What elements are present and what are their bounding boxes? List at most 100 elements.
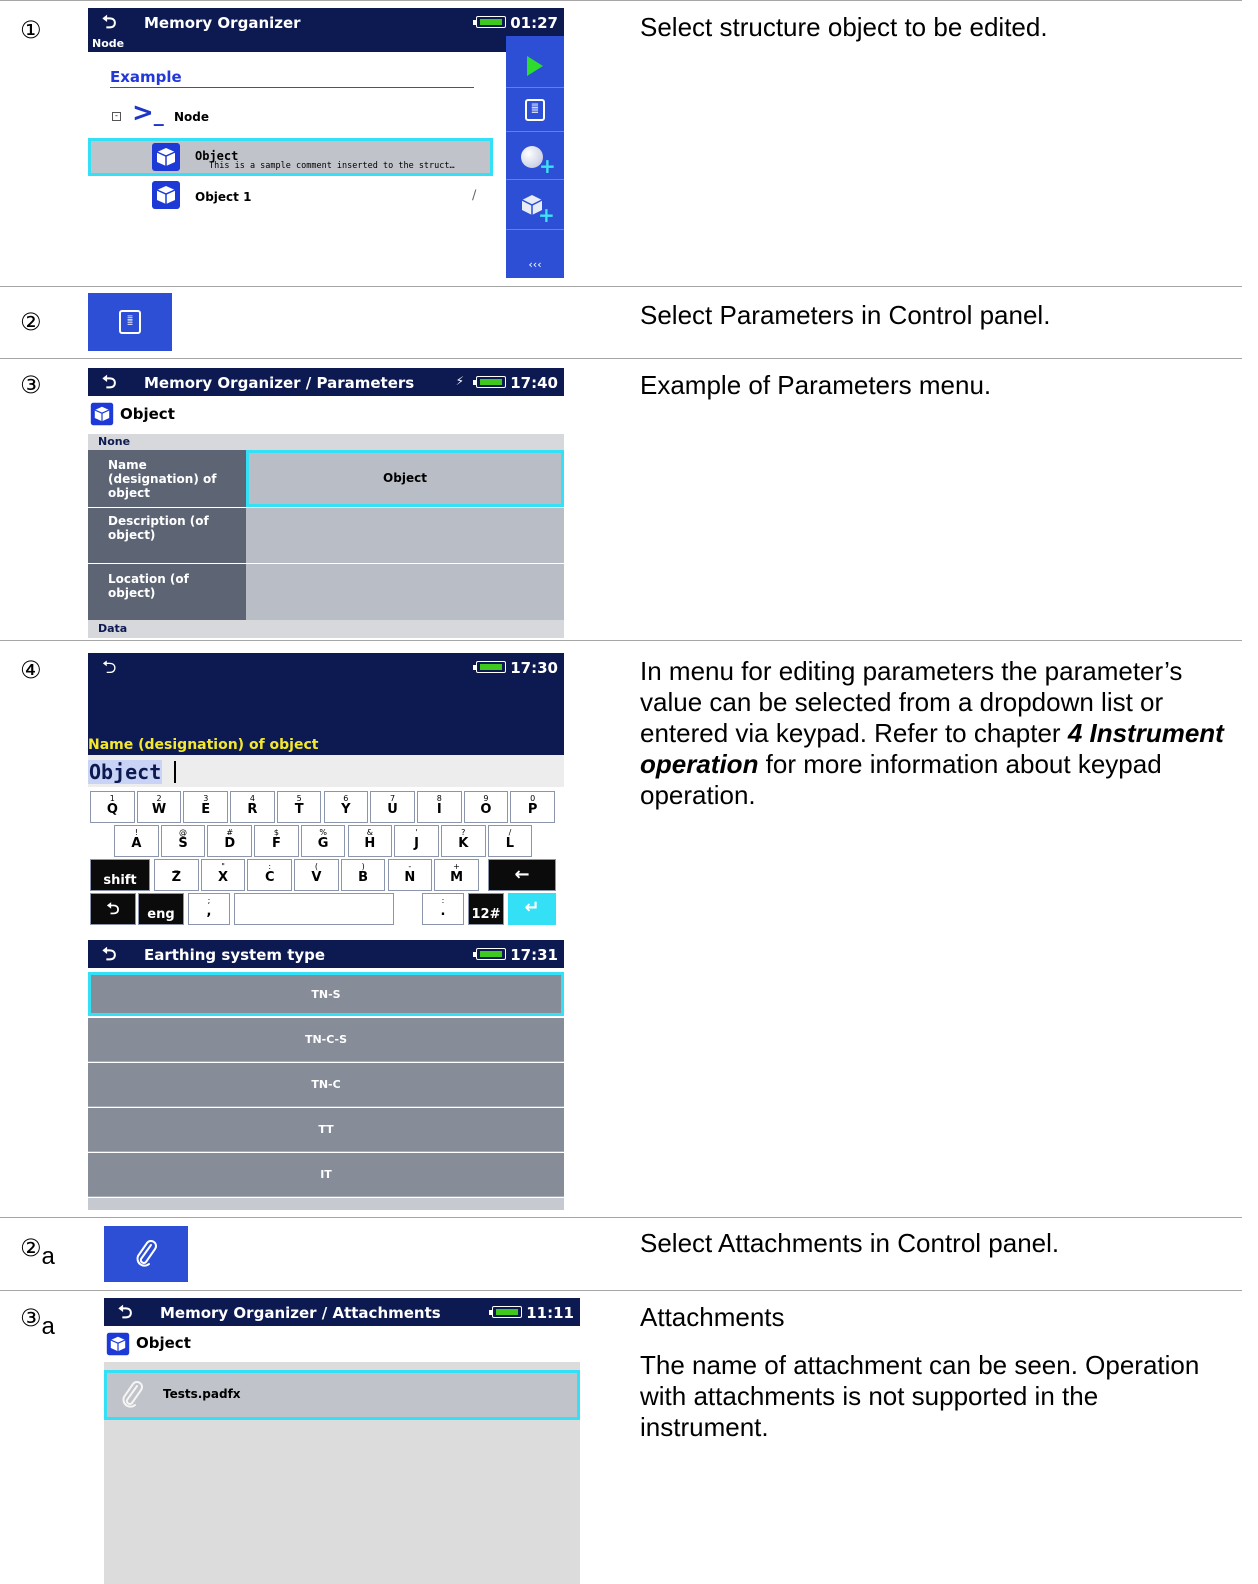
key-b[interactable]: ) B xyxy=(340,859,386,891)
key-label: U xyxy=(387,802,398,817)
key-x[interactable]: " X xyxy=(200,859,246,891)
key-y[interactable]: 6Y xyxy=(323,791,369,823)
key-comma[interactable]: ;, xyxy=(188,893,230,925)
back-key[interactable]: ⮌ xyxy=(90,893,136,925)
param-label: Location (of object) xyxy=(88,564,246,620)
numeric-key[interactable]: 12# xyxy=(468,893,504,925)
shift-key[interactable]: shift xyxy=(90,859,150,891)
separator xyxy=(0,640,1242,641)
param-value[interactable]: Object xyxy=(246,450,564,507)
param-row[interactable]: Description (of object) xyxy=(88,508,564,564)
key-label: O xyxy=(480,802,492,817)
param-value[interactable] xyxy=(246,564,564,620)
key-t[interactable]: 5T xyxy=(276,791,322,823)
keypad-screen: ⮌ 17:30 Name (designation) of object Obj… xyxy=(88,653,564,925)
key-label: shift xyxy=(103,873,137,888)
step-description: Example of Parameters menu. xyxy=(640,370,992,400)
back-arrow-icon[interactable]: ⮌ xyxy=(102,655,116,685)
separator xyxy=(0,286,1242,287)
key-a[interactable]: ! A xyxy=(114,825,159,857)
collapse-icon[interactable]: - xyxy=(112,112,121,121)
param-row[interactable]: Location (of object) xyxy=(88,564,564,620)
key-v[interactable]: (V xyxy=(294,859,339,891)
tree-item[interactable]: Object 1 ∕ xyxy=(88,180,493,214)
key-d[interactable]: # D xyxy=(207,825,253,857)
dropdown-list-screen: ⮌ Earthing system type 17:31 TN-S TN-C-S… xyxy=(88,940,564,1210)
group-header: Data xyxy=(88,620,564,638)
step-marker: ③ xyxy=(20,371,42,399)
step-marker: ③a xyxy=(20,1306,55,1339)
list-option[interactable]: TT xyxy=(88,1108,564,1152)
tree-node-label[interactable]: Node xyxy=(174,110,209,124)
list-option[interactable]: TN-C-S xyxy=(88,1018,564,1062)
key-label: B xyxy=(358,870,369,885)
key-s[interactable]: @ S xyxy=(160,825,206,857)
object-comment: This is a sample comment inserted to the… xyxy=(209,161,455,171)
clock: 01:27 xyxy=(510,14,558,32)
step-description-title: Attachments xyxy=(640,1302,785,1332)
key-w[interactable]: 2W xyxy=(136,791,182,823)
step-description: Select Parameters in Control panel. xyxy=(640,300,1051,330)
key-m[interactable]: + M xyxy=(434,859,479,891)
parameters-screen: ⮌ Memory Organizer / Parameters ⚡ 17:40 … xyxy=(88,368,564,638)
parameters-button[interactable]: ≡ ≡ xyxy=(506,88,564,132)
key-dot[interactable]: :. xyxy=(422,893,464,925)
key-o[interactable]: 9O xyxy=(463,791,509,823)
key-k[interactable]: ? K xyxy=(440,825,486,857)
param-value[interactable] xyxy=(246,508,564,564)
key-label: Y xyxy=(341,802,351,817)
key-g[interactable]: % G xyxy=(300,825,346,857)
more-button[interactable]: ‹‹‹ xyxy=(506,242,564,278)
key-q[interactable]: 1Q xyxy=(90,791,135,823)
key-n[interactable]: -N xyxy=(387,859,433,891)
battery-icon xyxy=(473,376,506,388)
key-label: M xyxy=(450,870,463,885)
key-label: J xyxy=(414,836,419,851)
field-label: Name (designation) of object xyxy=(88,737,319,753)
key-label: N xyxy=(404,870,416,885)
play-button[interactable] xyxy=(506,44,564,88)
language-key[interactable]: eng xyxy=(138,893,184,925)
key-z[interactable]: _ Z xyxy=(154,859,199,891)
attachments-screen: ⮌ Memory Organizer / Attachments 11:11 O… xyxy=(104,1298,580,1584)
key-c[interactable]: :C xyxy=(247,859,293,891)
list-footer xyxy=(88,1198,564,1210)
battery-icon xyxy=(473,16,506,28)
step-description: Select Attachments in Control panel. xyxy=(640,1228,1060,1258)
add-object-button[interactable]: + xyxy=(506,186,564,230)
tree-item-selected[interactable]: Object This is a sample comment inserted… xyxy=(88,138,493,176)
enter-key[interactable]: ↵ xyxy=(508,893,556,925)
key-r[interactable]: 4R xyxy=(230,791,275,823)
space-key[interactable] xyxy=(234,893,394,925)
param-row[interactable]: Name (designation) of object Object xyxy=(88,450,564,508)
key-u[interactable]: 7U xyxy=(370,791,415,823)
key-f[interactable]: $ F xyxy=(254,825,299,857)
back-arrow-icon[interactable]: ⮌ xyxy=(102,942,116,972)
step-marker: ④ xyxy=(20,656,42,684)
list-option-selected[interactable]: TN-S xyxy=(88,972,564,1016)
parameters-button[interactable]: ≡ ≡ xyxy=(88,293,172,351)
parameters-icon: ≡ ≡ xyxy=(525,98,545,121)
list-option[interactable]: TN-C xyxy=(88,1063,564,1107)
object-title: Object xyxy=(120,405,175,423)
list-option[interactable]: IT xyxy=(88,1153,564,1197)
key-label: H xyxy=(364,836,376,851)
separator xyxy=(0,358,1242,359)
text-cursor xyxy=(174,761,176,783)
key-e[interactable]: 3E xyxy=(183,791,229,823)
key-h[interactable]: & H xyxy=(347,825,393,857)
clock: 17:31 xyxy=(510,946,558,964)
key-label: V xyxy=(311,870,322,885)
attachment-item[interactable]: Tests.padfx xyxy=(104,1370,580,1420)
attachments-button[interactable] xyxy=(104,1226,188,1282)
key-label: C xyxy=(264,870,275,885)
text-input[interactable]: Object xyxy=(88,755,564,787)
add-node-button[interactable]: + xyxy=(506,136,564,180)
key-p[interactable]: 0P xyxy=(510,791,555,823)
backspace-key[interactable]: ← xyxy=(488,859,556,891)
key-label: eng xyxy=(147,907,175,922)
key-i[interactable]: 8I xyxy=(416,791,462,823)
key-j[interactable]: ' J xyxy=(394,825,439,857)
header-underline xyxy=(110,87,474,88)
key-l[interactable]: / L xyxy=(487,825,533,857)
